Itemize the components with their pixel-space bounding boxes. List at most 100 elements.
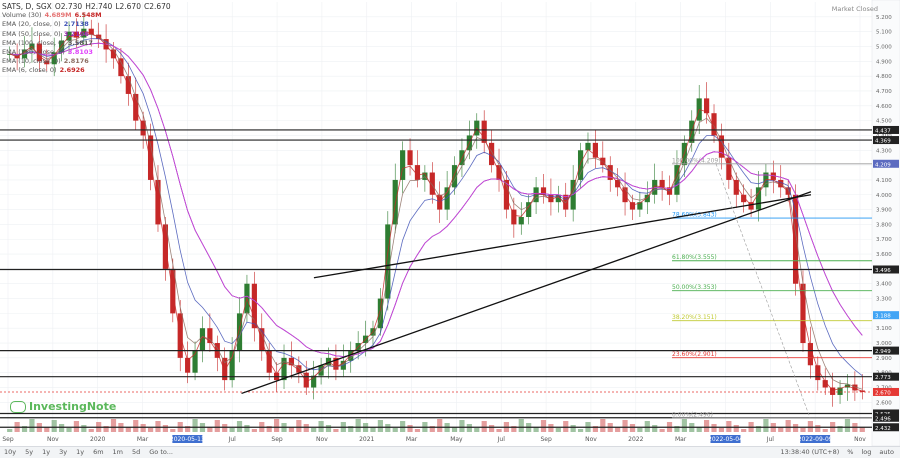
legend-row-label: EMA (20, close, 0) <box>2 20 61 29</box>
legend-row: EMA (20, close, 0) 2.7138 <box>2 20 171 29</box>
legend-row: EMA (50, close, 0) 3.2106 <box>2 30 171 39</box>
volume-bar <box>400 421 406 432</box>
volume-bar <box>244 425 250 432</box>
volume-bar <box>392 428 398 432</box>
legend-row-value: 2.7138 <box>63 20 89 29</box>
x-tick-label: Mar <box>406 436 418 443</box>
x-tick-label: 2022-05-04 <box>708 436 743 443</box>
volume-bar <box>600 419 606 432</box>
volume-bar <box>555 428 561 432</box>
volume-bar <box>29 419 35 432</box>
legend-row: Volume (30) 4.689M 6.548M <box>2 11 171 20</box>
legend-row-label: Volume (30) <box>2 11 42 20</box>
y-tick-label: 4.800 <box>876 74 892 80</box>
volume-bar <box>140 424 146 432</box>
volume-bar <box>474 428 480 432</box>
volume-bar <box>355 419 361 432</box>
legend-row: EMA (10, close, 0) 2.8176 <box>2 57 171 66</box>
fib-label: 38.20%(3.151) <box>672 314 717 321</box>
legend-close: C2.670 <box>143 2 171 11</box>
x-tick-label: 2022 <box>628 436 643 443</box>
range-button[interactable]: 6m <box>93 448 103 456</box>
volume-bar <box>815 425 821 432</box>
x-tick-label: Nov <box>854 436 866 443</box>
volume-bar <box>377 420 383 432</box>
y-tick-label: 4.000 <box>876 193 892 199</box>
volume-bar <box>629 424 636 432</box>
range-button[interactable]: 10y <box>4 448 16 456</box>
axis-mode-button[interactable]: log <box>861 448 871 456</box>
range-button[interactable]: 1m <box>113 448 123 456</box>
candle-body <box>577 150 584 180</box>
range-button[interactable]: 5d <box>132 448 140 456</box>
range-button[interactable]: 1y <box>42 448 50 456</box>
volume-bar <box>311 428 317 432</box>
volume-bar <box>385 424 391 432</box>
fib-label: 61.80%(3.555) <box>672 254 717 261</box>
x-tick-label: Jul <box>766 436 775 443</box>
x-tick-label: May <box>450 436 463 443</box>
candle-body <box>199 328 206 351</box>
y-tick-label: 4.500 <box>876 119 892 125</box>
volume-bar <box>652 425 658 432</box>
volume-bar <box>229 428 235 432</box>
legend-row: EMA (150, close, 0) 3.8103 <box>2 48 171 57</box>
legend-row-value: 3.2106 <box>63 29 89 38</box>
legend-row-value2: 6.548M <box>74 11 102 20</box>
range-button[interactable]: 1y <box>76 448 84 456</box>
axis-mode-button[interactable]: % <box>847 448 853 456</box>
volume-bar <box>489 425 495 432</box>
legend-open: O2.730 <box>54 2 83 11</box>
volume-bar <box>644 421 650 432</box>
chart-legend: SATS, D, SGX O2.730 H2.740 L2.670 C2.670… <box>2 2 171 76</box>
price-badge-label: 2.670 <box>875 390 891 396</box>
legend-row-label: EMA (10, close, 0) <box>2 57 61 66</box>
volume-bar <box>110 419 117 432</box>
legend-row: EMA (100, close, 0) 3.5817 <box>2 39 171 48</box>
axis-mode-button[interactable]: auto <box>879 448 894 456</box>
volume-bar <box>577 429 584 432</box>
legend-symbol: SATS, D, SGX <box>2 2 52 11</box>
volume-bar <box>66 428 72 432</box>
x-tick-label: Sep <box>271 436 283 443</box>
fib-label: 0.00%(2.496) <box>672 411 713 418</box>
legend-low: L2.670 <box>115 2 141 11</box>
price-level-label: 4.369 <box>875 139 891 145</box>
range-button[interactable]: 3y <box>59 448 67 456</box>
y-tick-label: 3.600 <box>876 252 892 258</box>
volume-bar <box>81 425 87 432</box>
volume-bar <box>162 425 168 432</box>
y-tick-label: 4.900 <box>876 59 892 65</box>
y-tick-label: 5.000 <box>876 44 892 50</box>
x-tick-label: 2020-05-13 <box>170 436 205 443</box>
volume-bar <box>251 429 257 432</box>
x-tick-label: Sep <box>2 436 14 443</box>
price-level-label: 2.773 <box>875 375 891 381</box>
volume-bar <box>711 424 717 432</box>
volume-bar <box>548 424 554 432</box>
x-tick-label: Jul <box>497 436 506 443</box>
y-tick-label: 5.200 <box>876 15 892 21</box>
volume-bar <box>704 420 710 432</box>
y-tick-label: 3.100 <box>876 326 892 332</box>
x-tick-label: Nov <box>585 436 597 443</box>
price-badge-label: 4.209 <box>875 162 891 168</box>
volume-bar <box>214 420 220 432</box>
market-status: Market Closed <box>831 5 878 13</box>
volume-bar <box>236 421 243 432</box>
range-button[interactable]: Go to... <box>149 448 173 456</box>
legend-header: SATS, D, SGX O2.730 H2.740 L2.670 C2.670 <box>2 2 171 11</box>
fib-label: 23.60%(2.901) <box>672 351 717 358</box>
volume-bar <box>726 421 732 432</box>
legend-row-value: 3.5817 <box>67 38 93 47</box>
volume-bar <box>563 421 569 432</box>
range-button[interactable]: 5y <box>25 448 33 456</box>
legend-row-label: EMA (6, close, 0) <box>2 66 57 75</box>
x-tick-label: Sep <box>540 436 552 443</box>
y-tick-label: 2.900 <box>876 356 892 362</box>
x-tick-label: 2020 <box>90 436 105 443</box>
axis-mode-button[interactable]: 13:38:40 (UTC+8) <box>780 448 839 456</box>
candle-body <box>407 150 413 166</box>
candle-body <box>518 217 524 225</box>
volume-bar <box>481 421 487 432</box>
